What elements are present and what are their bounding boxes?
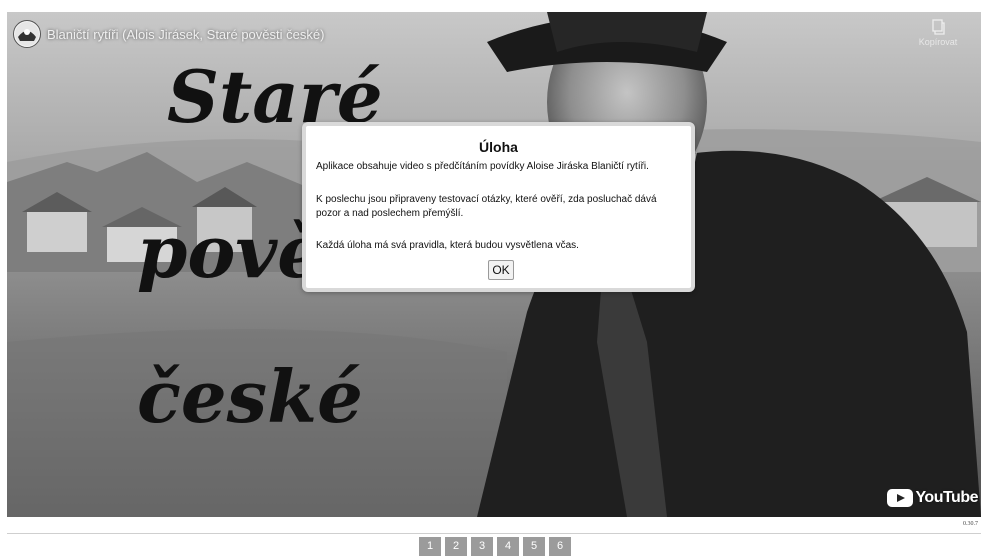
channel-avatar[interactable] bbox=[13, 20, 41, 48]
page-button-3[interactable]: 3 bbox=[471, 537, 493, 556]
copy-link-button[interactable]: Kopírovat bbox=[903, 18, 973, 58]
page-button-4[interactable]: 4 bbox=[497, 537, 519, 556]
divider bbox=[7, 533, 981, 534]
page-button-5[interactable]: 5 bbox=[523, 537, 545, 556]
overlay-word-2: pově bbox=[137, 209, 323, 294]
page-button-6[interactable]: 6 bbox=[549, 537, 571, 556]
task-dialog: Úloha Aplikace obsahuje video s předčítá… bbox=[302, 122, 695, 292]
version-label: 0.30.7 bbox=[963, 521, 978, 527]
copy-icon bbox=[932, 19, 945, 35]
pagination: 1 2 3 4 5 6 bbox=[419, 537, 571, 556]
overlay-word-3: české bbox=[137, 354, 363, 439]
dialog-paragraph-2: K poslechu jsou připraveny testovací otá… bbox=[316, 194, 657, 219]
dialog-title: Úloha bbox=[479, 139, 518, 155]
video-title[interactable]: Blaničtí rytíři (Alois Jirásek, Staré po… bbox=[47, 27, 324, 42]
avatar-icon bbox=[15, 22, 39, 46]
dialog-paragraph-1: Aplikace obsahuje video s předčítáním po… bbox=[316, 161, 649, 172]
youtube-logo[interactable]: YouTube bbox=[887, 488, 978, 508]
youtube-play-icon bbox=[887, 489, 914, 507]
page-button-1[interactable]: 1 bbox=[419, 537, 441, 556]
youtube-label: YouTube bbox=[915, 489, 978, 506]
ok-button[interactable]: OK bbox=[488, 260, 514, 280]
video-title-bar: Blaničtí rytíři (Alois Jirásek, Staré po… bbox=[7, 12, 981, 62]
page-button-2[interactable]: 2 bbox=[445, 537, 467, 556]
copy-label: Kopírovat bbox=[918, 37, 958, 47]
dialog-paragraph-3: Každá úloha má svá pravidla, která budou… bbox=[316, 240, 579, 251]
